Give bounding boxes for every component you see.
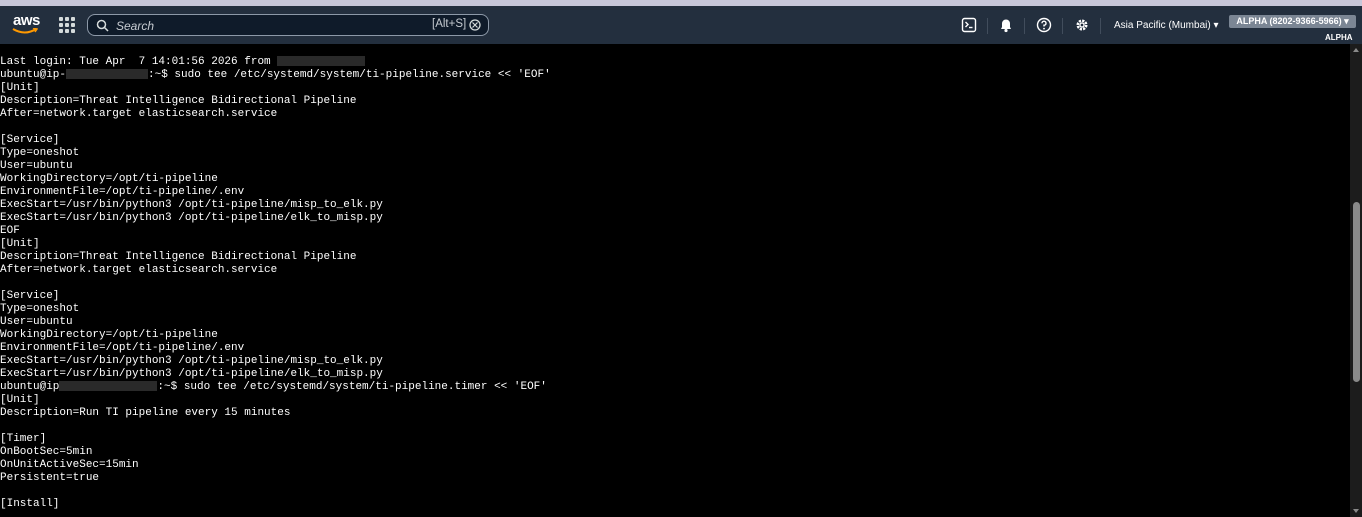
search-icon xyxy=(96,19,109,32)
terminal-command-text: :~$ sudo tee /etc/systemd/system/ti-pipe… xyxy=(148,69,551,81)
aws-logo-text: aws xyxy=(13,12,40,29)
redacted-ip xyxy=(59,381,158,392)
terminal-line-text: [Install] xyxy=(0,498,60,510)
terminal-line-text: ExecStart=/usr/bin/python3 /opt/ti-pipel… xyxy=(0,212,383,224)
terminal-line: Last login: Tue Apr 7 14:01:56 2026 from xyxy=(0,56,551,69)
terminal-output[interactable]: Last login: Tue Apr 7 14:01:56 2026 from… xyxy=(0,44,1350,517)
aws-smile-icon xyxy=(12,28,38,34)
terminal-line: ubuntu@ip- :~$ sudo tee /etc/systemd/syst… xyxy=(0,69,551,82)
terminal-line: EnvironmentFile=/opt/ti-pipeline/.env xyxy=(0,342,551,355)
help-icon[interactable] xyxy=(1036,17,1052,33)
terminal-line-text: Type=oneshot xyxy=(0,147,80,159)
terminal-line-text: [Service] xyxy=(0,134,60,146)
terminal-line: User=ubuntu xyxy=(0,316,551,329)
terminal-line-text: [Unit] xyxy=(0,394,40,406)
terminal-line-text: Last login: Tue Apr 7 14:01:56 2026 from xyxy=(0,56,278,68)
terminal-line: Description=Run TI pipeline every 15 min… xyxy=(0,407,551,420)
terminal-line-text: ExecStart=/usr/bin/python3 /opt/ti-pipel… xyxy=(0,199,383,211)
terminal-line: OnUnitActiveSec=15min xyxy=(0,459,551,472)
terminal-line-text: ExecStart=/usr/bin/python3 /opt/ti-pipel… xyxy=(0,355,383,367)
aws-console-header: aws [Alt+S] xyxy=(0,6,1362,44)
terminal-line-text: [Timer] xyxy=(0,433,47,445)
stage-label: ALPHA xyxy=(1325,33,1353,42)
terminal-line: After=network.target elasticsearch.servi… xyxy=(0,264,551,277)
bell-icon[interactable] xyxy=(998,17,1014,33)
terminal-line: [Service] xyxy=(0,290,551,303)
terminal-line-text: [Unit] xyxy=(0,238,40,250)
terminal-line: ExecStart=/usr/bin/python3 /opt/ti-pipel… xyxy=(0,212,551,225)
terminal-line-text: After=network.target elasticsearch.servi… xyxy=(0,264,278,276)
terminal-line-text: Description=Threat Intelligence Bidirect… xyxy=(0,95,357,107)
terminal-line: [Unit] xyxy=(0,82,551,95)
terminal-line: [Service] xyxy=(0,134,551,147)
terminal-line-text: EnvironmentFile=/opt/ti-pipeline/.env xyxy=(0,342,245,354)
terminal-line: [Unit] xyxy=(0,238,551,251)
aws-logo[interactable]: aws xyxy=(12,12,40,36)
terminal-line: After=network.target elasticsearch.servi… xyxy=(0,108,551,121)
scrollbar-thumb[interactable] xyxy=(1353,202,1360,382)
terminal-line: Description=Threat Intelligence Bidirect… xyxy=(0,251,551,264)
terminal-line: [Timer] xyxy=(0,433,551,446)
header-divider xyxy=(987,18,988,34)
search-clear-icon[interactable] xyxy=(469,19,481,31)
terminal-line-text: ubuntu@ip- xyxy=(0,69,67,81)
terminal-line: ExecStart=/usr/bin/python3 /opt/ti-pipel… xyxy=(0,355,551,368)
terminal-line: EOF xyxy=(0,225,551,238)
terminal-line-text: OnBootSec=5min xyxy=(0,446,93,458)
redacted-ip xyxy=(66,69,149,80)
terminal-line-text: Persistent=true xyxy=(0,472,100,484)
search-shortcut: [Alt+S] xyxy=(432,18,467,30)
header-divider xyxy=(1062,18,1063,34)
terminal-line-text: Description=Run TI pipeline every 15 min… xyxy=(0,407,291,419)
terminal-line-text: WorkingDirectory=/opt/ti-pipeline xyxy=(0,329,218,341)
terminal-line: [Unit] xyxy=(0,394,551,407)
gear-icon[interactable] xyxy=(1074,17,1090,33)
terminal-line-text: User=ubuntu xyxy=(0,316,73,328)
terminal-line-text: After=network.target elasticsearch.servi… xyxy=(0,108,278,120)
redacted-ip xyxy=(277,56,366,67)
terminal-line: ExecStart=/usr/bin/python3 /opt/ti-pipel… xyxy=(0,368,551,381)
terminal-line: User=ubuntu xyxy=(0,160,551,173)
terminal-line-text: OnUnitActiveSec=15min xyxy=(0,459,139,471)
terminal-line: Type=oneshot xyxy=(0,147,551,160)
header-divider xyxy=(1100,18,1101,34)
terminal-line: Persistent=true xyxy=(0,472,551,485)
terminal-line-text: [Service] xyxy=(0,290,60,302)
terminal-line: WorkingDirectory=/opt/ti-pipeline xyxy=(0,173,551,186)
scroll-down-icon[interactable] xyxy=(1353,509,1359,513)
header-divider xyxy=(1024,18,1025,34)
terminal-line: OnBootSec=5min xyxy=(0,446,551,459)
terminal-line: Description=Threat Intelligence Bidirect… xyxy=(0,95,551,108)
terminal-line-text: EnvironmentFile=/opt/ti-pipeline/.env xyxy=(0,186,245,198)
terminal-line-text: WorkingDirectory=/opt/ti-pipeline xyxy=(0,173,218,185)
terminal-line-text: ExecStart=/usr/bin/python3 /opt/ti-pipel… xyxy=(0,368,383,380)
terminal-line: EnvironmentFile=/opt/ti-pipeline/.env xyxy=(0,186,551,199)
search-input[interactable] xyxy=(114,17,418,35)
search-bar[interactable]: [Alt+S] xyxy=(87,14,489,36)
terminal-scrollbar[interactable] xyxy=(1350,44,1362,517)
terminal-line-text: ubuntu@ip xyxy=(0,381,60,393)
services-menu-icon[interactable] xyxy=(58,16,76,34)
terminal-line-text: Description=Threat Intelligence Bidirect… xyxy=(0,251,357,263)
cloudshell-icon[interactable] xyxy=(961,17,977,33)
terminal-line: Type=oneshot xyxy=(0,303,551,316)
terminal-command-text: :~$ sudo tee /etc/systemd/system/ti-pipe… xyxy=(157,381,547,393)
terminal-line-text: EOF xyxy=(0,225,20,237)
terminal-line: ubuntu@ip :~$ sudo tee /etc/systemd/syste… xyxy=(0,381,551,394)
scroll-up-icon[interactable] xyxy=(1353,48,1359,52)
terminal-line-text: User=ubuntu xyxy=(0,160,73,172)
account-menu[interactable]: ALPHA (8202-9366-5966) ▾ xyxy=(1229,15,1356,28)
region-selector[interactable]: Asia Pacific (Mumbai) ▾ xyxy=(1114,20,1219,31)
terminal-line: WorkingDirectory=/opt/ti-pipeline xyxy=(0,329,551,342)
terminal-line: ExecStart=/usr/bin/python3 /opt/ti-pipel… xyxy=(0,199,551,212)
terminal-lines: Last login: Tue Apr 7 14:01:56 2026 from… xyxy=(0,56,551,511)
terminal-line: [Install] xyxy=(0,498,551,511)
terminal-line-text: Type=oneshot xyxy=(0,303,80,315)
terminal-line-text: [Unit] xyxy=(0,82,40,94)
